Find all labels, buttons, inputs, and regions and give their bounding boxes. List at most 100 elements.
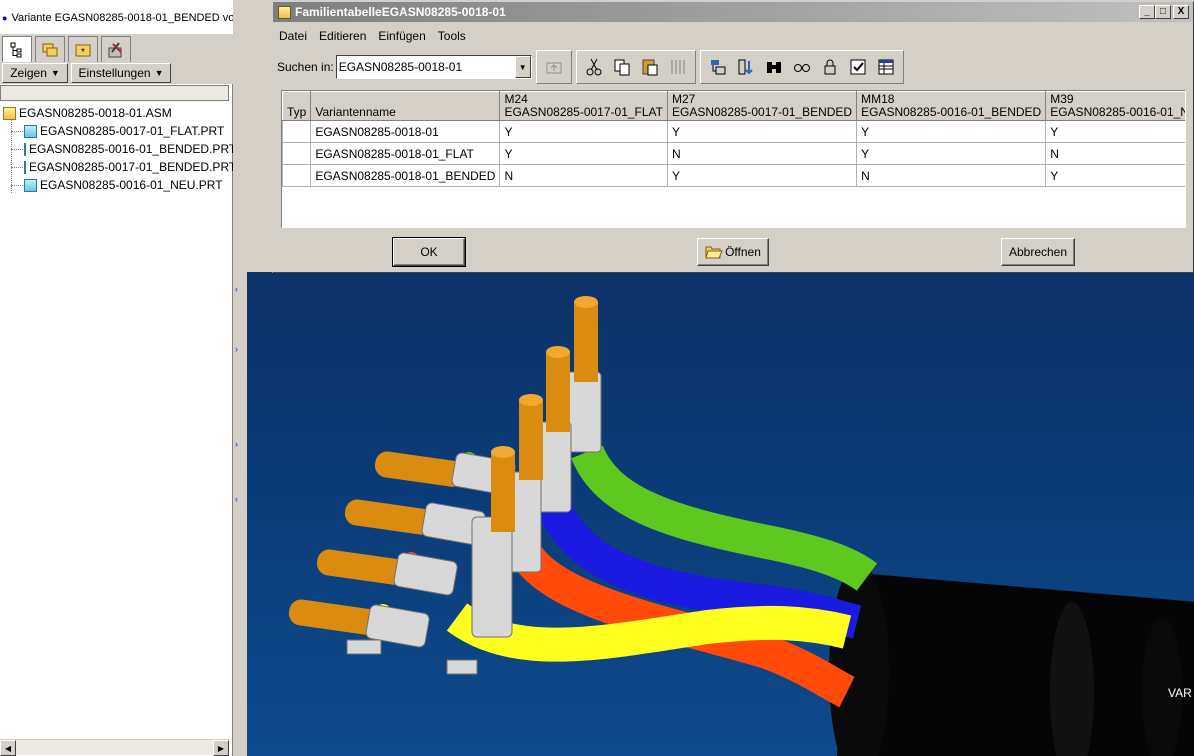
- table-cell[interactable]: EGASN08285-0018-01_BENDED: [310, 164, 501, 187]
- menu-datei[interactable]: Datei: [279, 29, 307, 43]
- table-cell[interactable]: Y: [1045, 164, 1185, 187]
- tree-item[interactable]: EGASN08285-0017-01_FLAT.PRT: [0, 122, 229, 140]
- bullet-icon: ●: [2, 13, 8, 23]
- scroll-left-icon[interactable]: ◀: [0, 740, 16, 756]
- cancel-button[interactable]: Abbrechen: [1001, 238, 1075, 266]
- tree-item-label: EGASN08285-0017-01_FLAT.PRT: [40, 124, 225, 138]
- column-header[interactable]: Typ: [282, 91, 312, 121]
- cable-model-render: [288, 296, 1194, 756]
- cut-button[interactable]: [580, 54, 608, 80]
- scroll-right-icon[interactable]: ▶: [213, 740, 229, 756]
- dialog-title: FamilientabelleEGASN08285-0018-01: [295, 5, 506, 19]
- table-cell[interactable]: EGASN08285-0018-01_FLAT: [310, 142, 501, 165]
- tree-item-label: EGASN08285-0016-01_BENDED.PRT: [29, 142, 237, 156]
- open-folder-icon: [705, 246, 723, 259]
- search-input[interactable]: [336, 57, 513, 77]
- chevron-down-icon: ▼: [50, 68, 60, 78]
- table-cell[interactable]: Y: [666, 120, 858, 143]
- column-header[interactable]: M24 EGASN08285-0017-01_FLAT: [499, 91, 668, 121]
- scissors-icon: [586, 58, 602, 76]
- collapse-left-icon[interactable]: ‹: [235, 284, 238, 294]
- table-header-row: Typ Variantenname M24 EGASN08285-0017-01_…: [282, 91, 1185, 121]
- table-cell[interactable]: N: [856, 164, 1047, 187]
- table-cell[interactable]: Y: [1045, 120, 1185, 143]
- table-cell[interactable]: Y: [499, 142, 668, 165]
- table-cell[interactable]: N: [1045, 142, 1185, 165]
- insert-instance-button[interactable]: [732, 54, 760, 80]
- table-row[interactable]: EGASN08285-0018-01 Y Y Y Y: [282, 120, 1185, 143]
- table-cell[interactable]: N: [499, 164, 668, 187]
- collapse-left-icon[interactable]: ‹: [235, 494, 238, 504]
- table-cell[interactable]: N: [666, 142, 858, 165]
- tree-item-label: EGASN08285-0016-01_NEU.PRT: [40, 178, 223, 192]
- chevron-down-icon[interactable]: ▼: [514, 56, 531, 78]
- up-level-button[interactable]: [540, 54, 568, 80]
- table-cell[interactable]: Y: [499, 120, 668, 143]
- table-cell[interactable]: [282, 164, 312, 187]
- part-icon: [24, 160, 26, 174]
- ok-label: OK: [420, 245, 438, 259]
- viewport-corner-label: VAR: [1168, 686, 1192, 700]
- table-row[interactable]: EGASN08285-0018-01_FLAT Y N Y N: [282, 142, 1185, 165]
- menu-einfuegen[interactable]: Einfügen: [378, 29, 425, 43]
- preview-button[interactable]: [788, 54, 816, 80]
- tree-item[interactable]: EGASN08285-0017-01_BENDED.PRT: [0, 158, 236, 176]
- find-button[interactable]: [760, 54, 788, 80]
- minimize-button[interactable]: _: [1139, 5, 1155, 19]
- table-cell[interactable]: EGASN08285-0018-01: [310, 120, 501, 143]
- insert-row-icon: [738, 59, 753, 75]
- tree-item[interactable]: EGASN08285-0016-01_BENDED.PRT: [0, 140, 236, 158]
- tree-item[interactable]: EGASN08285-0016-01_NEU.PRT: [0, 176, 229, 194]
- table-cell[interactable]: Y: [856, 142, 1047, 165]
- lock-icon: [824, 59, 836, 75]
- table-view-button[interactable]: [872, 54, 900, 80]
- table-cell[interactable]: [282, 120, 312, 143]
- tree-root[interactable]: EGASN08285-0018-01.ASM: [0, 104, 229, 122]
- dialog-titlebar[interactable]: FamilientabelleEGASN08285-0018-01 _ □ X: [273, 2, 1193, 22]
- verify-button[interactable]: [844, 54, 872, 80]
- graphics-viewport[interactable]: VAR: [247, 272, 1194, 756]
- horizontal-scrollbar[interactable]: ◀ ▶: [0, 739, 229, 756]
- show-dropdown[interactable]: Zeigen ▼: [2, 63, 68, 83]
- part-icon: [24, 142, 26, 156]
- table-row[interactable]: EGASN08285-0018-01_BENDED N Y N Y: [282, 164, 1185, 187]
- menu-editieren[interactable]: Editieren: [319, 29, 366, 43]
- table-cell[interactable]: Y: [666, 164, 858, 187]
- column-header[interactable]: M27 EGASN08285-0017-01_BENDED: [666, 91, 858, 121]
- open-label: Öffnen: [725, 245, 761, 259]
- paste-special-button[interactable]: [664, 54, 692, 80]
- panel-splitter[interactable]: ‹ › › ‹: [233, 34, 247, 756]
- search-combobox[interactable]: ▼: [335, 55, 532, 79]
- expand-right-icon[interactable]: ›: [235, 439, 238, 449]
- copy-button[interactable]: [608, 54, 636, 80]
- add-column-button[interactable]: [704, 54, 732, 80]
- lock-button[interactable]: [816, 54, 844, 80]
- expand-right-icon[interactable]: ›: [235, 344, 238, 354]
- header-line2: EGASN08285-0016-01_BENDED: [861, 105, 1042, 119]
- add-column-icon: [710, 60, 726, 75]
- table-cell[interactable]: Y: [856, 120, 1047, 143]
- column-header[interactable]: MM18 EGASN08285-0016-01_BENDED: [856, 91, 1047, 121]
- tab-layers[interactable]: [35, 36, 65, 62]
- close-button[interactable]: X: [1173, 5, 1189, 19]
- paste-button[interactable]: [636, 54, 664, 80]
- table-icon: [878, 59, 894, 75]
- tab-model-tree[interactable]: [2, 36, 32, 62]
- menu-tools[interactable]: Tools: [438, 29, 466, 43]
- window-controls: _ □ X: [1139, 5, 1189, 19]
- tree-root-label: EGASN08285-0018-01.ASM: [19, 106, 172, 120]
- settings-dropdown[interactable]: Einstellungen ▼: [71, 63, 171, 83]
- model-tree-panel: ●Variante EGASN08285-0018-01_BENDED von …: [0, 0, 236, 756]
- maximize-button[interactable]: □: [1155, 5, 1171, 19]
- column-header[interactable]: M39EGASN08285-0016-01_NEU: [1045, 91, 1185, 121]
- toolbar-group-edit: [575, 50, 696, 84]
- ok-button[interactable]: OK: [392, 237, 466, 267]
- column-header[interactable]: Variantenname: [310, 91, 501, 121]
- table-cell[interactable]: [282, 142, 312, 165]
- tab-tools[interactable]: [101, 36, 131, 62]
- panel-tabs: *: [0, 34, 233, 62]
- open-button[interactable]: Öffnen: [697, 238, 769, 266]
- search-toolbar: Suchen in: ▼: [277, 50, 904, 84]
- header-line2: Variantenname: [315, 105, 396, 119]
- tab-favorites[interactable]: *: [68, 36, 98, 62]
